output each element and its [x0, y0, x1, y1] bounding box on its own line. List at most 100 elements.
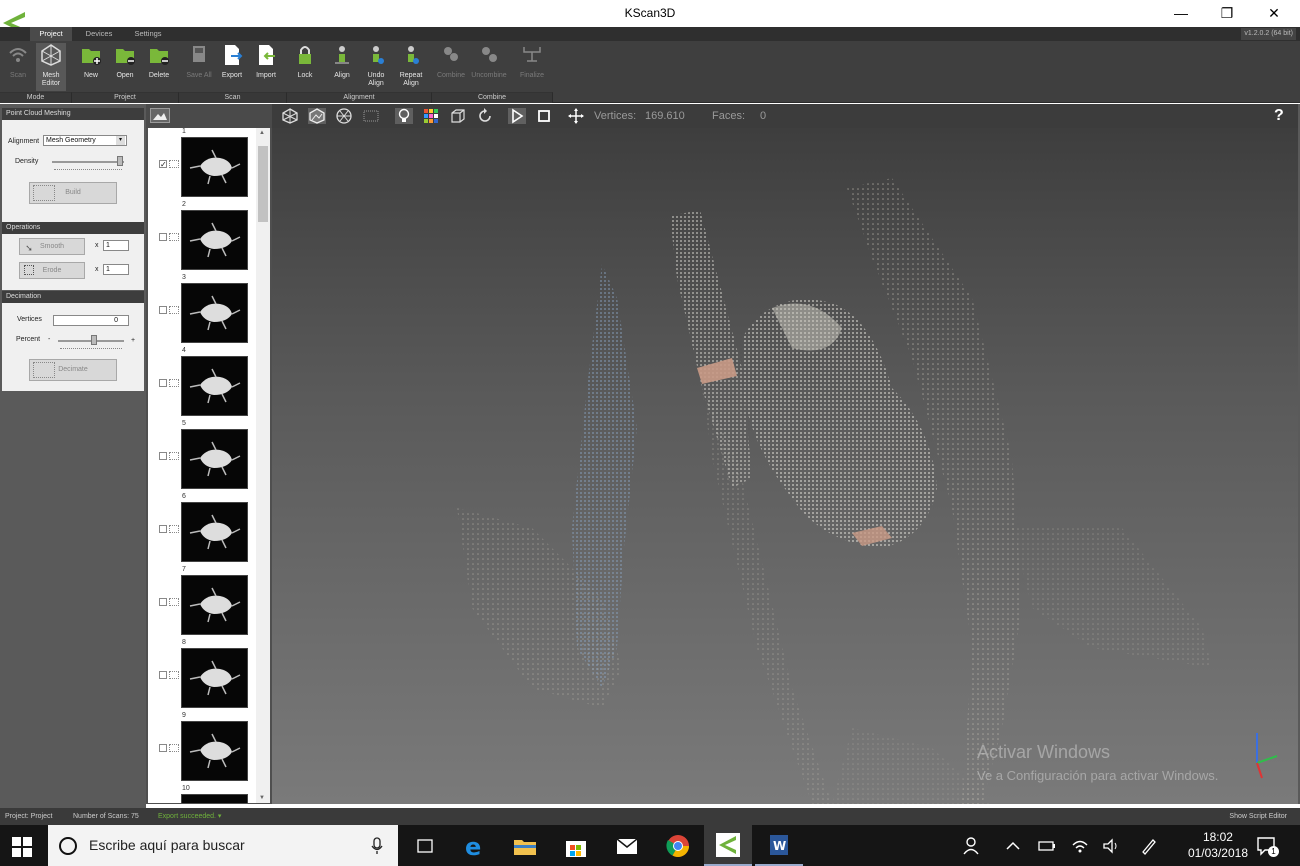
scan-thumbnail[interactable] [181, 721, 248, 781]
scan-list-item[interactable]: 9 [148, 712, 256, 785]
scan-points-icon[interactable] [169, 306, 179, 314]
scan-visibility-checkbox[interactable] [159, 379, 167, 387]
wifi-icon[interactable] [1070, 836, 1090, 856]
undo-align-button[interactable]: Undo Align [362, 43, 390, 88]
erode-button[interactable]: Erode [19, 262, 85, 279]
import-button[interactable]: Import [252, 43, 280, 80]
chrome-icon[interactable] [665, 833, 691, 859]
scan-list-item[interactable]: 6 [148, 493, 256, 566]
scan-list-item[interactable]: 5 [148, 420, 256, 493]
restore-button[interactable]: ❐ [1204, 2, 1250, 24]
task-view-icon[interactable] [412, 833, 438, 859]
scan-visibility-checkbox[interactable] [159, 233, 167, 241]
smooth-count-field[interactable]: 1 [103, 240, 129, 251]
scan-points-icon[interactable] [169, 598, 179, 606]
taskbar-search[interactable]: Escribe aquí para buscar [48, 825, 398, 866]
combine-button[interactable]: Combine [436, 43, 466, 80]
scan-visibility-checkbox[interactable]: ✓ [159, 160, 167, 169]
textured-view-icon[interactable] [308, 108, 326, 124]
mail-icon[interactable] [614, 833, 640, 859]
scan-list-item[interactable]: 4 [148, 347, 256, 420]
lock-button[interactable]: Lock [292, 43, 318, 80]
action-center-button[interactable]: 1 [1256, 835, 1279, 857]
minimize-button[interactable]: — [1158, 2, 1204, 24]
wireframe-view-icon[interactable] [335, 108, 353, 124]
open-button[interactable]: Open [112, 43, 138, 80]
tab-settings[interactable]: Settings [126, 27, 170, 41]
battery-icon[interactable] [1037, 837, 1057, 855]
finalize-button[interactable]: Finalize [516, 43, 548, 80]
delete-button[interactable]: Delete [145, 43, 173, 80]
scan-visibility-checkbox[interactable] [159, 671, 167, 679]
scan-points-icon[interactable] [169, 452, 179, 460]
taskbar-clock[interactable]: 18:02 01/03/2018 [1188, 829, 1248, 861]
scan-thumbnail[interactable] [181, 283, 248, 343]
build-button[interactable]: Build [29, 182, 117, 204]
reset-view-icon[interactable] [476, 108, 494, 124]
erode-count-field[interactable]: 1 [103, 264, 129, 275]
tab-project[interactable]: Project [30, 27, 72, 41]
scan-points-icon[interactable] [169, 160, 179, 168]
percent-slider-thumb[interactable] [91, 335, 98, 345]
scan-list-item[interactable]: 8 [148, 639, 256, 712]
scan-visibility-checkbox[interactable] [159, 598, 167, 606]
scan-list-scrollbar[interactable]: ▲ ▼ [256, 128, 270, 803]
scan-points-icon[interactable] [169, 233, 179, 241]
tab-devices[interactable]: Devices [78, 27, 120, 41]
scan-thumbnail[interactable] [181, 648, 248, 708]
scan-points-icon[interactable] [169, 671, 179, 679]
scan-visibility-checkbox[interactable] [159, 525, 167, 533]
scan-list-item[interactable]: 1 ✓ [148, 128, 256, 201]
lighting-icon[interactable] [395, 108, 413, 124]
help-button[interactable]: ? [1274, 107, 1284, 125]
stop-icon[interactable] [535, 108, 553, 124]
edge-browser-icon[interactable]: e [462, 833, 488, 859]
scan-thumbnail[interactable] [181, 794, 248, 803]
scan-points-icon[interactable] [169, 525, 179, 533]
scan-thumbnail[interactable] [181, 137, 248, 197]
scan-points-icon[interactable] [169, 379, 179, 387]
density-slider[interactable] [52, 161, 124, 163]
file-explorer-icon[interactable] [512, 833, 538, 859]
vertices-field[interactable]: 0 [53, 315, 129, 326]
scroll-down-icon[interactable]: ▼ [259, 795, 265, 801]
scan-list-item[interactable]: 3 [148, 274, 256, 347]
pen-icon[interactable] [1139, 836, 1159, 856]
scan-points-icon[interactable] [169, 744, 179, 752]
export-button[interactable]: Export [218, 43, 246, 80]
scan-thumbnail[interactable] [181, 429, 248, 489]
decimate-button[interactable]: Decimate [29, 359, 117, 381]
show-script-editor-link[interactable]: Show Script Editor [1229, 808, 1287, 825]
density-slider-thumb[interactable] [117, 156, 124, 166]
new-button[interactable]: New [78, 43, 104, 80]
scan-thumbnail[interactable] [181, 210, 248, 270]
scan-visibility-checkbox[interactable] [159, 306, 167, 314]
scan-list-item[interactable]: 2 [148, 201, 256, 274]
scan-thumbnail[interactable] [181, 575, 248, 635]
microphone-icon[interactable] [370, 837, 384, 855]
save-all-button[interactable]: Save All [185, 43, 213, 80]
people-icon[interactable] [962, 835, 984, 857]
scan-button[interactable]: Scan [4, 43, 32, 80]
scan-thumbnail[interactable] [181, 356, 248, 416]
word-taskbar-button[interactable]: W [755, 825, 803, 866]
scroll-up-icon[interactable]: ▲ [259, 130, 265, 136]
points-view-icon[interactable] [362, 108, 380, 124]
color-grid-icon[interactable] [422, 108, 440, 124]
store-icon[interactable] [563, 833, 589, 859]
scroll-thumb[interactable] [258, 146, 268, 222]
mesh-editor-button[interactable]: Mesh Editor [36, 43, 66, 91]
smooth-button[interactable]: ➘ Smooth [19, 238, 85, 255]
repeat-align-button[interactable]: Repeat Align [396, 43, 426, 88]
scan-list-item[interactable]: 7 [148, 566, 256, 639]
windows-start-icon[interactable] [12, 837, 32, 857]
chevron-up-icon[interactable] [1004, 837, 1022, 855]
align-button[interactable]: Align [328, 43, 356, 80]
volume-icon[interactable] [1101, 836, 1121, 856]
uncombine-button[interactable]: Uncombine [470, 43, 508, 80]
scan-visibility-checkbox[interactable] [159, 452, 167, 460]
play-icon[interactable] [508, 108, 526, 124]
scan-list[interactable]: 1 ✓ 2 3 4 5 6 7 8 9 10 [148, 128, 256, 803]
scan-list-item[interactable]: 10 [148, 785, 256, 803]
image-view-button[interactable] [150, 108, 170, 123]
